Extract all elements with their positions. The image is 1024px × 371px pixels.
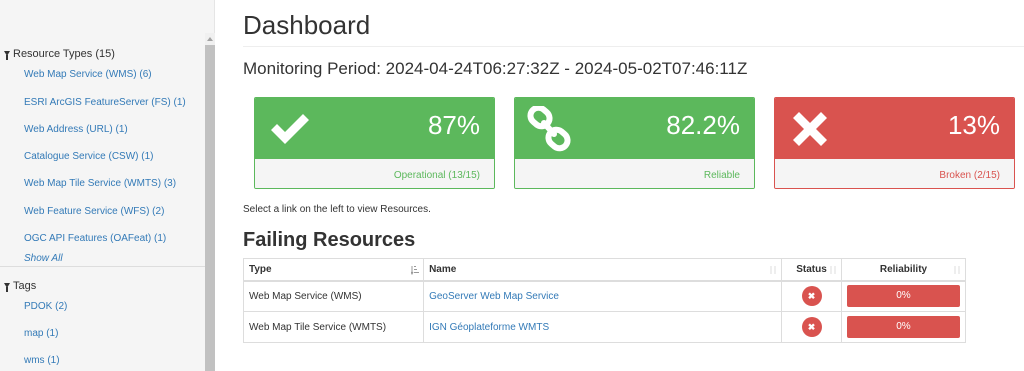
reliable-percent: 82.2% — [666, 110, 740, 140]
filter-icon — [4, 283, 10, 292]
title-divider — [243, 46, 1024, 47]
tags-header: Tags — [4, 280, 36, 292]
filter-icon — [4, 51, 10, 60]
table-row: Web Map Tile Service (WMTS) IGN Géoplate… — [242, 311, 967, 343]
broken-panel: 13% Broken (2/15) — [774, 97, 1015, 189]
cell-type: Web Map Service (WMS) — [242, 280, 425, 312]
operational-percent: 87% — [427, 110, 480, 140]
column-header-type[interactable]: Type — [242, 258, 425, 282]
reliable-panel: 82.2% Reliable — [514, 97, 755, 189]
column-header-reliability[interactable]: Reliability — [840, 258, 967, 282]
sidebar-item-wfs[interactable]: Web Feature Service (WFS) (2) — [24, 206, 164, 217]
sidebar-divider — [0, 266, 205, 267]
chain-link-icon — [527, 106, 571, 152]
times-icon — [793, 112, 827, 146]
hint-text: Select a link on the left to view Resour… — [243, 204, 431, 215]
reliability-bar: 0% — [846, 316, 960, 338]
sidebar-scrollbar-thumb[interactable] — [205, 45, 215, 371]
sidebar-item-oafeat[interactable]: OGC API Features (OAFeat) (1) — [24, 233, 166, 244]
column-header-status[interactable]: Status — [781, 258, 842, 282]
check-icon — [271, 114, 309, 144]
sidebar-item-tag-wms[interactable]: wms (1) — [24, 355, 60, 366]
sidebar-item-csw[interactable]: Catalogue Service (CSW) (1) — [24, 151, 153, 162]
sort-asc-icon[interactable] — [411, 265, 420, 275]
show-all-link[interactable]: Show All — [24, 253, 63, 264]
sidebar-item-url[interactable]: Web Address (URL) (1) — [24, 124, 128, 135]
monitoring-period: Monitoring Period: 2024-04-24T06:27:32Z … — [243, 59, 748, 78]
cell-type: Web Map Tile Service (WMTS) — [242, 311, 425, 343]
broken-percent: 13% — [947, 110, 1000, 140]
sidebar: Resource Types (15) Web Map Service (WMS… — [0, 0, 215, 371]
status-broken-icon: ✖ — [801, 317, 822, 337]
table-row: Web Map Service (WMS) GeoServer Web Map … — [242, 280, 967, 312]
sidebar-item-wmts[interactable]: Web Map Tile Service (WMTS) (3) — [24, 178, 176, 189]
sidebar-item-wms[interactable]: Web Map Service (WMS) (6) — [24, 69, 152, 80]
page-title: Dashboard — [243, 10, 371, 40]
sidebar-item-tag-pdok[interactable]: PDOK (2) — [24, 301, 67, 312]
operational-label: Operational (13/15) — [393, 170, 480, 181]
status-broken-icon: ✖ — [801, 286, 822, 307]
column-header-name[interactable]: Name — [423, 258, 783, 282]
sort-icon[interactable] — [829, 265, 837, 275]
sidebar-item-tag-map[interactable]: map (1) — [24, 328, 58, 339]
reliable-label: Reliable — [703, 170, 740, 181]
sort-icon[interactable] — [769, 265, 777, 275]
operational-panel: 87% Operational (13/15) — [254, 97, 495, 189]
resource-link[interactable]: GeoServer Web Map Service — [429, 291, 559, 302]
sidebar-item-fs[interactable]: ESRI ArcGIS FeatureServer (FS) (1) — [24, 97, 186, 108]
resource-types-header: Resource Types (15) — [4, 48, 115, 60]
scroll-up-arrow[interactable] — [205, 33, 215, 45]
reliability-bar: 0% — [846, 285, 960, 308]
sort-icon[interactable] — [953, 265, 961, 275]
resource-link[interactable]: IGN Géoplateforme WMTS — [429, 322, 549, 333]
failing-resources-title: Failing Resources — [243, 229, 416, 251]
broken-label: Broken (2/15) — [939, 170, 1000, 181]
failing-resources-table: Type Name Status Reliability Web Map Ser… — [242, 258, 967, 343]
